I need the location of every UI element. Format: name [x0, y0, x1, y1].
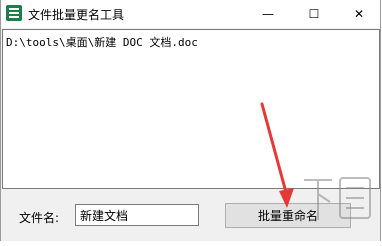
batch-rename-button[interactable]: 批量重命名 [225, 203, 351, 228]
bottom-bar: 文件名: 批量重命名 [1, 190, 380, 241]
close-button[interactable]: ✕ [336, 0, 382, 28]
maximize-button[interactable]: ☐ [291, 0, 337, 28]
title-bar: 文件批量更名工具 — ☐ ✕ [1, 0, 380, 28]
app-window: 文件批量更名工具 — ☐ ✕ D:\tools\桌面\新建 DOC 文档.doc… [0, 0, 381, 241]
filename-label: 文件名: [19, 211, 60, 225]
filename-input[interactable] [75, 204, 199, 226]
window-title: 文件批量更名工具 [28, 8, 125, 22]
app-icon [6, 5, 22, 21]
minimize-button[interactable]: — [245, 0, 291, 28]
file-list-textarea[interactable]: D:\tools\桌面\新建 DOC 文档.doc [2, 29, 380, 189]
